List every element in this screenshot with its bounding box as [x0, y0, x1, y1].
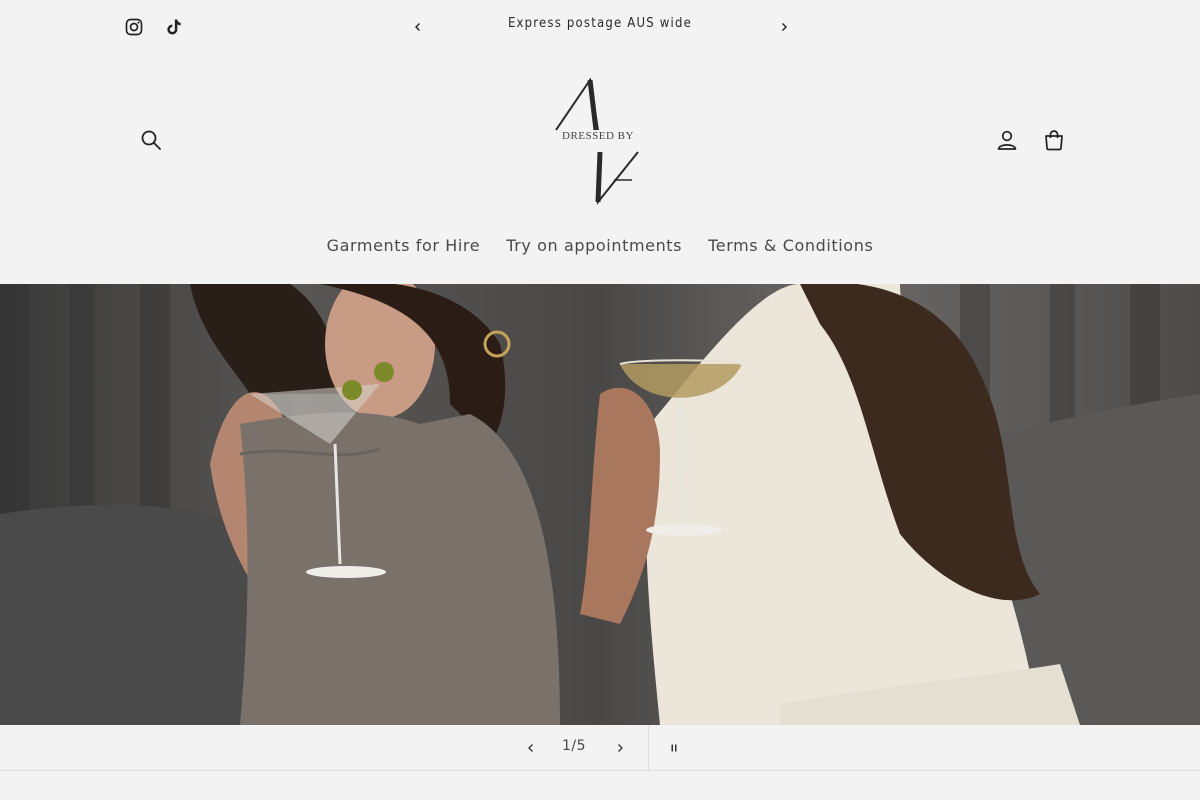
instagram-link[interactable] — [122, 16, 146, 38]
hero-illustration — [0, 284, 1200, 725]
slide-prev-button[interactable] — [520, 735, 542, 761]
main-nav: Garments for Hire Try on appointments Te… — [0, 236, 1200, 255]
instagram-icon — [125, 18, 143, 36]
slideshow-controls: 1/5 — [0, 725, 1200, 771]
nav-try-on-appointments[interactable]: Try on appointments — [506, 236, 682, 255]
account-button[interactable] — [992, 125, 1022, 155]
nav-garments-for-hire[interactable]: Garments for Hire — [327, 236, 481, 255]
pause-icon — [671, 744, 677, 752]
hero-slide-image — [0, 284, 1200, 725]
chevron-right-icon — [618, 744, 623, 752]
logo-text: DRESSED BY — [562, 130, 634, 142]
account-icon — [997, 130, 1017, 150]
announcement-next-button[interactable] — [774, 16, 794, 38]
announcement-text: Express postage AUS wide — [507, 16, 693, 31]
tiktok-icon — [167, 19, 181, 35]
chevron-left-icon — [415, 23, 420, 31]
cart-button[interactable] — [1039, 125, 1069, 155]
chevron-right-icon — [782, 23, 787, 31]
tiktok-link[interactable] — [162, 16, 186, 38]
slide-counter: 1/5 — [561, 738, 587, 754]
search-button[interactable] — [136, 125, 166, 155]
announcement-prev-button[interactable] — [408, 16, 428, 38]
cart-icon — [1045, 130, 1063, 151]
slide-pause-button[interactable] — [662, 735, 686, 761]
controls-divider — [648, 725, 649, 770]
chevron-left-icon — [528, 744, 533, 752]
site-logo[interactable]: DRESSED BY — [548, 72, 648, 208]
slide-next-button[interactable] — [609, 735, 631, 761]
search-icon — [141, 130, 161, 150]
nav-terms-conditions[interactable]: Terms & Conditions — [708, 236, 873, 255]
announcement-bar: Express postage AUS wide — [0, 0, 1200, 54]
page-bottom — [0, 771, 1200, 800]
